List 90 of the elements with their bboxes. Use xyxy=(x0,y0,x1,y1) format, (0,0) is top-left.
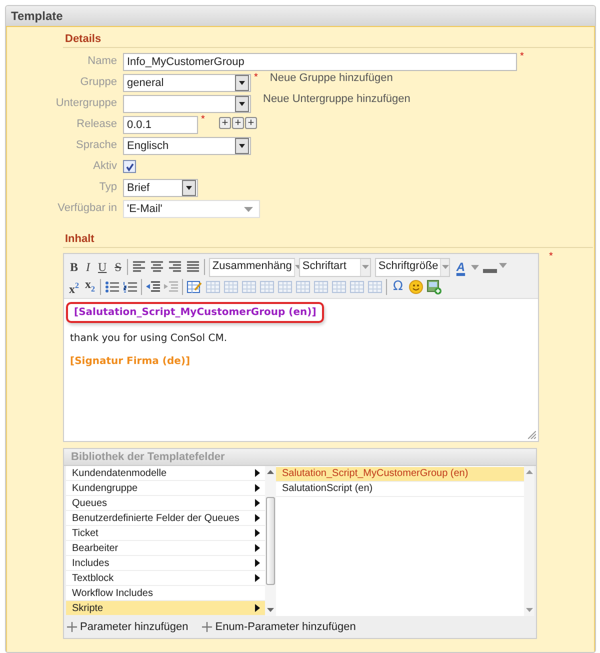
table-icon[interactable] xyxy=(350,281,364,293)
field-label: Gruppe xyxy=(80,75,117,88)
scrollbar[interactable] xyxy=(524,466,534,616)
dropdown-field[interactable]: Englisch xyxy=(123,137,251,155)
text-field[interactable]: Info_MyCustomerGroup xyxy=(123,53,517,71)
category-item[interactable]: Skripte xyxy=(66,601,265,616)
section-heading: Details xyxy=(63,27,593,48)
plus-icon xyxy=(67,622,77,632)
field-entry[interactable]: SalutationScript (en) xyxy=(276,482,524,497)
category-item[interactable]: Kundengruppe xyxy=(66,481,265,496)
caret-icon xyxy=(362,265,370,269)
scroll-up-icon[interactable] xyxy=(526,470,532,474)
add-link[interactable]: Neue Untergruppe hinzufügen xyxy=(263,93,410,105)
text-field[interactable]: 0.0.1 xyxy=(123,116,198,134)
category-item[interactable]: Queues xyxy=(66,496,265,511)
field-label: Untergruppe xyxy=(56,96,117,109)
dropdown-field[interactable]: Brief xyxy=(123,179,198,197)
dropdown-field[interactable]: 'E-Mail' xyxy=(123,200,260,218)
scrollbar[interactable] xyxy=(265,466,276,616)
checkbox[interactable] xyxy=(123,160,136,173)
bullet-list-icon[interactable] xyxy=(105,281,119,293)
category-item[interactable]: Textblock xyxy=(66,571,265,586)
insert-image-icon[interactable] xyxy=(426,280,442,294)
add-link[interactable]: Neue Gruppe hinzufügen xyxy=(270,72,393,84)
increment-button[interactable]: + xyxy=(244,117,257,129)
toolbar-dropdown[interactable]: Schriftart xyxy=(299,258,372,276)
dropdown-field[interactable] xyxy=(123,95,251,113)
table-icon[interactable] xyxy=(314,281,328,293)
field-label: Aktiv xyxy=(93,159,117,172)
special-character-button[interactable]: Ω xyxy=(391,280,405,294)
align-icon[interactable] xyxy=(168,261,182,273)
align-icon[interactable] xyxy=(150,261,164,273)
format-button[interactable]: S xyxy=(112,260,124,274)
caret-icon xyxy=(244,206,253,212)
submenu-arrow-icon xyxy=(255,604,260,612)
plus-icon xyxy=(202,622,212,632)
increment-button[interactable]: + xyxy=(232,117,244,129)
scroll-down-icon[interactable] xyxy=(526,608,532,612)
resize-grip-icon[interactable] xyxy=(528,431,536,439)
template-field-text: [Signatur Firma (de)] xyxy=(70,356,192,367)
table-icon[interactable] xyxy=(296,281,310,293)
align-icon[interactable] xyxy=(132,261,146,273)
font-color-button[interactable]: A xyxy=(454,260,468,274)
category-item[interactable]: Kundendatenmodelle xyxy=(66,466,265,481)
table-icon[interactable] xyxy=(260,281,274,293)
field-label: Verfügbar in xyxy=(58,201,117,214)
field-label: Name xyxy=(88,54,117,67)
caret-icon[interactable] xyxy=(471,264,480,270)
category-item[interactable]: Benutzerdefinierte Felder der Queues xyxy=(66,511,265,526)
table-icon[interactable] xyxy=(278,281,292,293)
library-title: Bibliothek der Templatefelder xyxy=(64,449,536,466)
table-icon[interactable] xyxy=(368,281,382,293)
category-item[interactable]: Bearbeiter xyxy=(66,541,265,556)
edit-table-icon[interactable] xyxy=(187,280,202,294)
caret-icon xyxy=(442,265,449,269)
script-button[interactable]: x$^{2}$ xyxy=(68,278,80,296)
format-button[interactable]: B xyxy=(68,260,80,274)
table-icon[interactable] xyxy=(224,281,238,293)
required-marker: * xyxy=(201,114,205,125)
category-item[interactable]: Includes xyxy=(66,556,265,571)
format-button[interactable]: I xyxy=(84,260,92,274)
table-icon[interactable] xyxy=(242,281,256,293)
outdent-icon[interactable] xyxy=(146,281,160,293)
dropdown-field[interactable]: general xyxy=(123,74,251,92)
field-label: Typ xyxy=(99,180,117,193)
field-label: Sprache xyxy=(76,138,117,151)
smiley-icon[interactable] xyxy=(408,280,423,294)
table-icon[interactable] xyxy=(332,281,346,293)
background-color-icon[interactable] xyxy=(483,260,508,274)
script-button[interactable]: x$_{2}$ xyxy=(84,277,96,297)
add-parameter-button[interactable]: Enum-Parameter hinzufügen xyxy=(202,621,356,633)
required-marker: * xyxy=(549,251,553,262)
field-entry[interactable]: Salutation_Script_MyCustomerGroup (en) xyxy=(276,467,524,482)
format-button[interactable]: U xyxy=(96,260,109,274)
toolbar-dropdown[interactable]: Schriftgröße xyxy=(375,258,450,276)
required-marker: * xyxy=(520,51,524,62)
category-item[interactable]: Ticket xyxy=(66,526,265,541)
increment-button[interactable]: + xyxy=(218,117,231,129)
align-icon[interactable] xyxy=(186,261,200,273)
section-heading: Inhalt xyxy=(63,227,593,248)
panel-title: Template xyxy=(6,6,595,27)
scroll-down-icon[interactable] xyxy=(267,608,274,612)
table-icon[interactable] xyxy=(206,281,220,293)
numbered-list-icon[interactable] xyxy=(123,281,137,293)
template-field-text: [Salutation_Script_MyCustomerGroup (en)] xyxy=(66,302,324,323)
field-label: Release xyxy=(76,117,117,130)
scroll-up-icon[interactable] xyxy=(267,470,274,474)
required-marker: * xyxy=(254,72,258,83)
body-text: thank you for using ConSol CM. xyxy=(70,333,228,344)
add-parameter-button[interactable]: Parameter hinzufügen xyxy=(67,621,188,633)
